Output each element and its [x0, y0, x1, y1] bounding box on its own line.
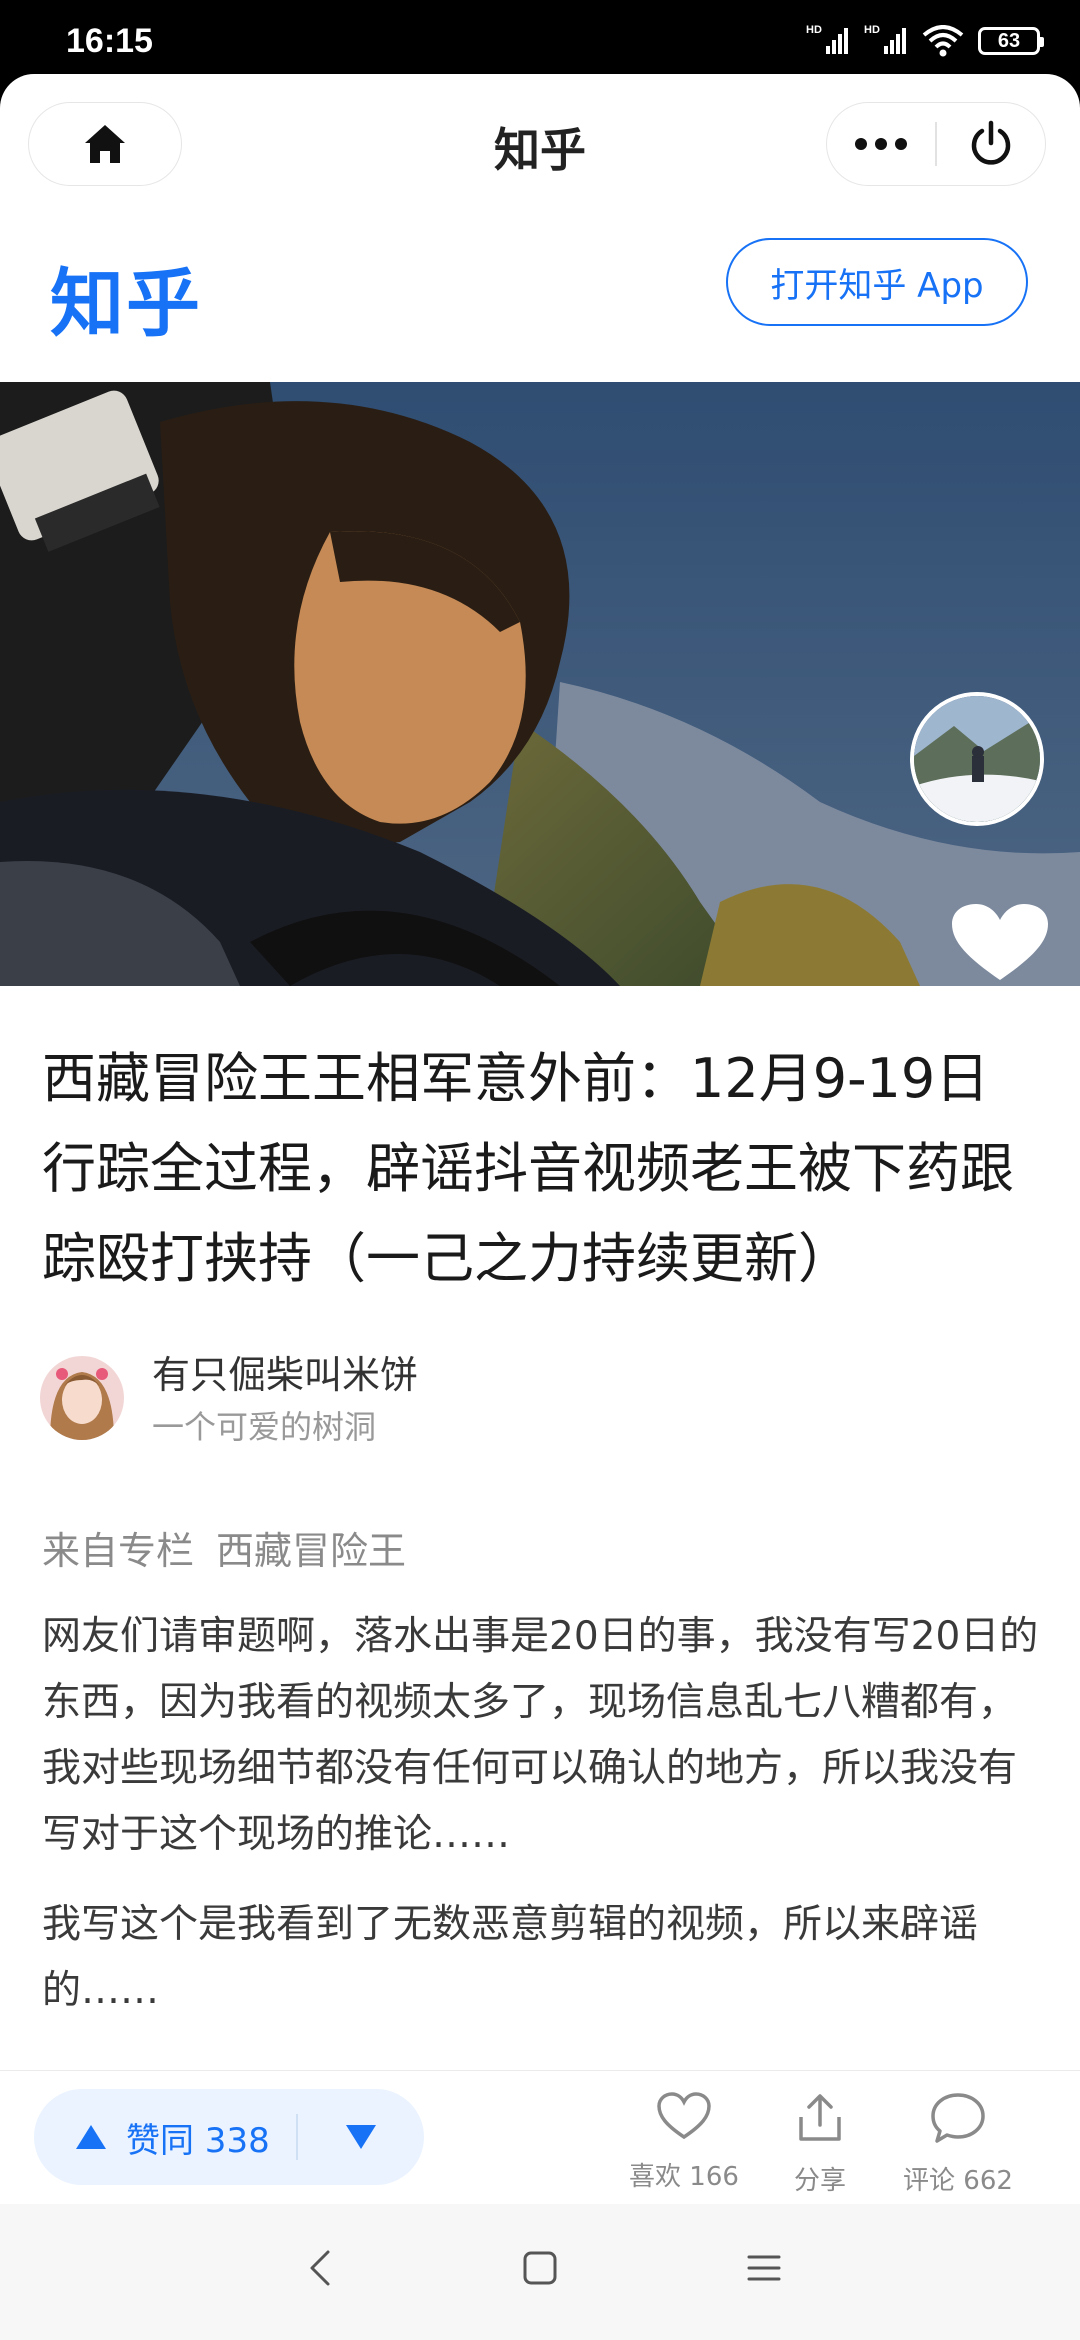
status-time: 16:15	[66, 22, 153, 60]
article-paragraph: 网友们请审题啊，落水出事是20日的事，我没有写20日的东西，因为我看的视频太多了…	[42, 1614, 1039, 1857]
close-button[interactable]	[937, 103, 1045, 185]
battery-indicator: 63	[978, 27, 1044, 55]
nav-home-button[interactable]	[500, 2238, 580, 2298]
heart-icon[interactable]	[950, 902, 1050, 986]
article-body: 网友们请审题啊，落水出事是20日的事，我没有写20日的东西，因为我看的视频太多了…	[42, 1604, 1042, 2048]
square-icon	[523, 2251, 557, 2285]
share-icon	[799, 2094, 841, 2141]
downvote-button[interactable]	[298, 2089, 424, 2185]
signal-icon-2: HD	[864, 24, 908, 58]
share-label: 分享	[793, 2166, 846, 2196]
triangle-up-icon	[76, 2125, 106, 2149]
status-icons: HD HD 63	[806, 24, 1044, 58]
open-app-button[interactable]: 打开知乎 App	[726, 238, 1028, 326]
like-button[interactable]: 喜欢 166	[620, 2091, 748, 2193]
cover-avatar-thumbnail[interactable]	[910, 692, 1044, 826]
share-button[interactable]: 分享	[780, 2091, 860, 2197]
upvote-button[interactable]: 赞同 338	[34, 2089, 270, 2185]
wifi-icon	[922, 25, 964, 57]
capsule-menu	[826, 102, 1046, 186]
like-label: 喜欢 166	[629, 2162, 739, 2192]
column-source[interactable]: 来自专栏 西藏冒险王	[42, 1520, 406, 1575]
signal-icon: HD	[806, 24, 850, 58]
action-bar: 赞同 338 喜欢 166 分享 评论 662	[0, 2070, 1080, 2203]
app-container: 知乎 知乎 打开知乎 App 西藏冒险王王相军意外前：12月9-19日行踪全过程…	[0, 74, 1080, 2340]
site-header: 知乎 打开知乎 App	[0, 214, 1080, 382]
column-prefix: 来自专栏	[42, 1529, 195, 1573]
nav-menu-button[interactable]	[724, 2238, 804, 2298]
more-icon	[855, 138, 908, 150]
power-icon	[971, 120, 1011, 165]
comment-label: 评论 662	[903, 2166, 1013, 2196]
heart-outline-icon	[657, 2092, 711, 2140]
mini-program-bar: 知乎	[0, 74, 1080, 214]
back-chevron-icon	[310, 2250, 330, 2286]
author-bio: 一个可爱的树洞	[152, 1408, 377, 1446]
upvote-label: 赞同 338	[126, 2120, 270, 2161]
author-name[interactable]: 有只倔柴叫米饼	[152, 1344, 418, 1399]
comment-button[interactable]: 评论 662	[900, 2091, 1016, 2197]
zhihu-logo[interactable]: 知乎	[50, 244, 202, 351]
article-title: 西藏冒险王王相军意外前：12月9-19日行踪全过程，辟谣抖音视频老王被下药跟踪殴…	[42, 1047, 1014, 1290]
more-button[interactable]	[827, 103, 935, 185]
triangle-down-icon	[345, 2125, 376, 2149]
comment-icon	[931, 2093, 985, 2143]
article-paragraph: 我写这个是我看到了无数恶意剪辑的视频，所以来辟谣的……	[42, 1902, 979, 2013]
vote-control: 赞同 338	[34, 2089, 424, 2185]
nav-back-button[interactable]	[280, 2238, 360, 2298]
menu-icon	[747, 2255, 781, 2281]
system-nav-bar	[0, 2204, 1080, 2340]
cover-image	[0, 382, 1080, 986]
avatar[interactable]	[40, 1356, 124, 1440]
column-name[interactable]: 西藏冒险王	[216, 1529, 406, 1573]
status-bar: 16:15 HD HD 63	[0, 0, 1080, 78]
